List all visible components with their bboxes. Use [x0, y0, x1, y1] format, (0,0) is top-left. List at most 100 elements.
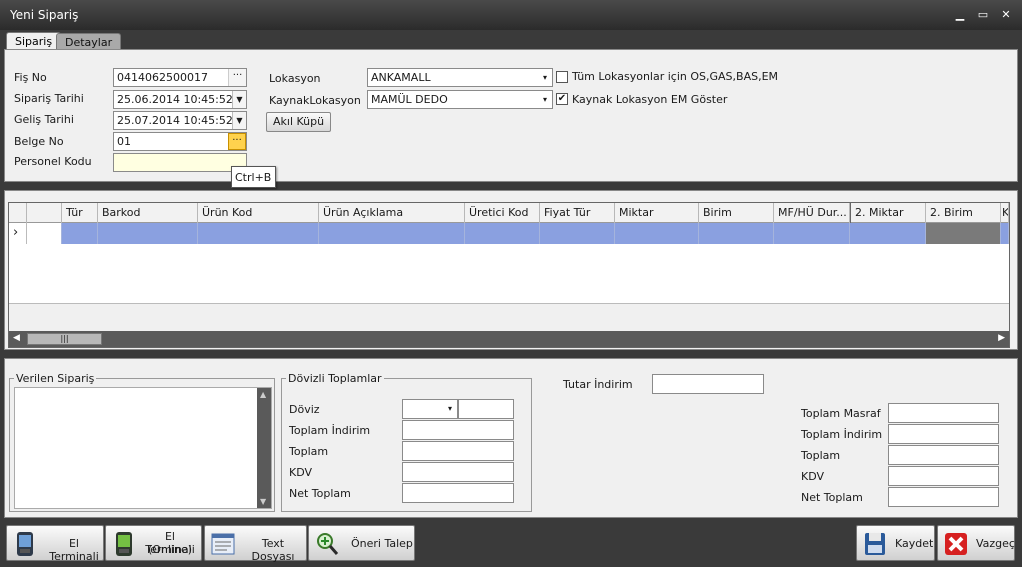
grid-cell[interactable]	[615, 223, 699, 244]
siparis-tarihi-value: 25.06.2014 10:45:52	[117, 93, 233, 106]
doviz-kdv-field[interactable]	[402, 462, 514, 482]
column-header[interactable]: Miktar	[615, 203, 699, 223]
column-header[interactable]: Üretici Kod	[465, 203, 540, 223]
el-terminali-online-label-2: (Online)	[147, 543, 193, 556]
doviz-toplam-indirim-field[interactable]	[402, 420, 514, 440]
gelis-tarihi-picker[interactable]: 25.07.2014 10:45:52 ▼	[113, 111, 247, 130]
scroll-up-icon[interactable]: ▲	[260, 390, 266, 399]
row-indicator: ›	[9, 223, 27, 244]
column-header[interactable]: Birim	[699, 203, 774, 223]
scroll-thumb[interactable]: |||	[27, 333, 102, 345]
totals-panel: Verilen Sipariş ▲ ▼ Dövizli Toplamlar Dö…	[4, 358, 1018, 518]
grid-cell[interactable]	[699, 223, 774, 244]
scroll-right-icon[interactable]: ▶	[998, 333, 1005, 343]
column-header[interactable]: K	[1001, 203, 1009, 223]
ellipsis-icon[interactable]: ···	[228, 69, 246, 86]
column-header[interactable]: Ürün Açıklama	[319, 203, 465, 223]
column-header[interactable]: Barkod	[98, 203, 198, 223]
grid-cell[interactable]	[774, 223, 850, 244]
doviz-toplam-field[interactable]	[402, 441, 514, 461]
doviz-net-toplam-field[interactable]	[402, 483, 514, 503]
text-dosyasi-label: Text Dosyası	[251, 537, 295, 563]
fis-no-field[interactable]: 0414062500017 ···	[113, 68, 247, 87]
ellipsis-icon[interactable]: ···	[228, 133, 246, 150]
minimize-icon[interactable]: ▁	[952, 8, 968, 22]
grid-cell[interactable]	[62, 223, 98, 244]
grid-cell[interactable]	[198, 223, 319, 244]
column-header[interactable]: 2. Miktar	[850, 203, 926, 223]
toplam-masraf-field[interactable]	[888, 403, 999, 423]
scroll-down-icon[interactable]: ▼	[260, 497, 266, 506]
chevron-down-icon[interactable]: ▼	[232, 91, 246, 108]
tab-detaylar[interactable]: Detaylar	[56, 33, 122, 50]
grid-cell[interactable]	[540, 223, 615, 244]
column-header[interactable]: 2. Birim	[926, 203, 1001, 223]
kaynak-em-checkbox[interactable]: ✔	[556, 93, 568, 105]
vertical-scrollbar[interactable]: ▲ ▼	[257, 388, 271, 508]
personel-kodu-field[interactable]	[113, 153, 247, 172]
kaydet-button[interactable]: Kaydet	[856, 525, 935, 561]
window-title: Yeni Sipariş	[10, 8, 79, 22]
grid-cell[interactable]	[465, 223, 540, 244]
table-row[interactable]: ›	[9, 223, 1009, 244]
chevron-down-icon[interactable]: ▾	[443, 400, 457, 417]
handheld-terminal-online-icon	[116, 532, 132, 556]
grid-cell[interactable]	[98, 223, 198, 244]
maximize-icon[interactable]: ▭	[975, 8, 991, 22]
personel-kodu-label: Personel Kodu	[14, 155, 92, 168]
kaynak-lokasyon-select[interactable]: MAMÜL DEDO ▾	[367, 90, 553, 109]
grid-header: Tür Barkod Ürün Kod Ürün Açıklama Üretic…	[9, 203, 1009, 223]
kdv-label: KDV	[289, 466, 313, 479]
tum-lokasyonlar-checkbox[interactable]	[556, 71, 568, 83]
chevron-down-icon[interactable]: ▼	[232, 112, 246, 129]
net-toplam-field[interactable]	[888, 487, 999, 507]
tutar-indirim-label: Tutar İndirim	[563, 378, 633, 391]
column-header[interactable]: Tür	[62, 203, 98, 223]
verilen-siparis-group: Verilen Sipariş ▲ ▼	[9, 372, 275, 512]
chevron-down-icon[interactable]: ▾	[538, 69, 552, 86]
lokasyon-select[interactable]: ANKAMALL ▾	[367, 68, 553, 87]
toplam-masraf-label: Toplam Masraf	[801, 407, 881, 420]
doviz-kur-field[interactable]	[458, 399, 514, 419]
save-icon	[865, 533, 885, 555]
dovizli-toplamlar-group: Dövizli Toplamlar Döviz ▾ Toplam İndirim…	[281, 372, 532, 512]
grid-cell[interactable]	[850, 223, 926, 244]
vazgec-label: Vazgeç	[976, 537, 1015, 550]
toplam-indirim-label: Toplam İndirim	[801, 428, 883, 441]
horizontal-scrollbar[interactable]: ◀ ||| ▶	[9, 331, 1009, 347]
toplam-field[interactable]	[888, 445, 999, 465]
kdv-field[interactable]	[888, 466, 999, 486]
akil-kupu-button[interactable]: Akıl Küpü	[266, 112, 332, 132]
order-header-panel: Fiş No 0414062500017 ··· Sipariş Tarihi …	[4, 49, 1018, 182]
grid-cell[interactable]	[1001, 223, 1009, 244]
grid-cell[interactable]	[27, 223, 62, 244]
scroll-left-icon[interactable]: ◀	[13, 333, 20, 343]
toplam-label: Toplam	[801, 449, 841, 462]
vazgec-button[interactable]: Vazgeç	[937, 525, 1015, 561]
column-header[interactable]: MF/HÜ Dur...	[774, 203, 850, 223]
kaynak-lokasyon-label: KaynakLokasyon	[269, 94, 361, 107]
el-terminali-online-button[interactable]: El Terminali (Online)	[105, 525, 202, 561]
text-file-icon	[211, 533, 235, 555]
column-header[interactable]: Fiyat Tür	[540, 203, 615, 223]
grid-cell[interactable]	[319, 223, 465, 244]
tutar-indirim-field[interactable]	[652, 374, 764, 394]
chevron-down-icon[interactable]: ▾	[538, 91, 552, 108]
grid-cell[interactable]	[926, 223, 1001, 244]
toplam-indirim-label: Toplam İndirim	[289, 424, 371, 437]
close-icon[interactable]: ✕	[998, 8, 1014, 22]
siparis-tarihi-label: Sipariş Tarihi	[14, 92, 84, 105]
column-header[interactable]: Ürün Kod	[198, 203, 319, 223]
verilen-siparis-textarea[interactable]: ▲ ▼	[14, 387, 272, 509]
magnifier-plus-icon	[317, 533, 339, 555]
doviz-select[interactable]: ▾	[402, 399, 458, 419]
net-toplam-label: Net Toplam	[801, 491, 863, 504]
text-dosyasi-button[interactable]: Text Dosyası	[204, 525, 307, 563]
belge-no-field[interactable]: 01 ···	[113, 132, 247, 151]
el-terminali-button[interactable]: El Terminali	[6, 525, 104, 563]
oneri-talep-button[interactable]: Öneri Talep	[308, 525, 415, 561]
bottom-toolbar: El Terminali El Terminali (Online) Text …	[4, 522, 1018, 563]
siparis-tarihi-picker[interactable]: 25.06.2014 10:45:52 ▼	[113, 90, 247, 109]
toplam-indirim-field[interactable]	[888, 424, 999, 444]
order-lines-grid[interactable]: Tür Barkod Ürün Kod Ürün Açıklama Üretic…	[8, 202, 1010, 348]
